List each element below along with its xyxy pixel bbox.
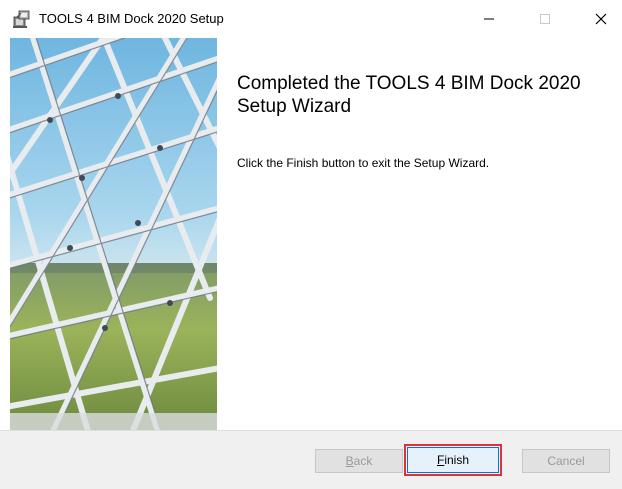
minimize-button[interactable] <box>466 0 512 38</box>
finish-button-label: inish <box>444 453 470 467</box>
title-bar[interactable]: TOOLS 4 BIM Dock 2020 Setup <box>0 0 622 38</box>
wizard-content: Completed the TOOLS 4 BIM Dock 2020 Setu… <box>217 38 622 430</box>
back-button-label: ack <box>353 454 373 468</box>
finish-button-accel: F <box>436 453 445 467</box>
minimize-icon <box>484 18 494 20</box>
maximize-button[interactable] <box>522 0 568 38</box>
installer-app-icon <box>12 9 32 29</box>
close-button[interactable] <box>578 0 622 38</box>
maximize-icon <box>540 14 550 24</box>
cancel-button[interactable]: Cancel <box>522 449 610 473</box>
completion-heading: Completed the TOOLS 4 BIM Dock 2020 Setu… <box>237 73 581 117</box>
wizard-banner-image <box>10 38 217 430</box>
back-button[interactable]: Back <box>315 449 403 473</box>
window-title: TOOLS 4 BIM Dock 2020 Setup <box>39 11 224 26</box>
button-bar: Back Finish Cancel <box>0 430 622 489</box>
completion-message: Click the Finish button to exit the Setu… <box>237 156 490 170</box>
finish-button[interactable]: Finish <box>404 444 502 476</box>
back-button-accel: B <box>345 454 354 468</box>
setup-wizard-window: TOOLS 4 BIM Dock 2020 Setup Completed th… <box>0 0 622 489</box>
close-icon <box>595 13 607 25</box>
